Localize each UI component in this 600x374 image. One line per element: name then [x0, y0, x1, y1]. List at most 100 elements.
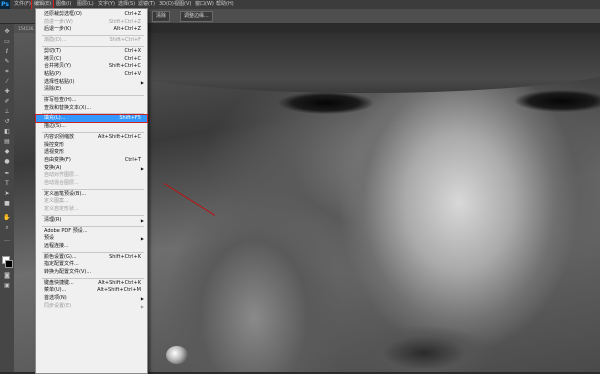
menubar-item[interactable]: 文件(F) — [12, 0, 33, 9]
gradient-tool-icon[interactable]: ▤ — [2, 138, 12, 146]
submenu-arrow-icon: ▶ — [140, 165, 144, 171]
edit-menu-item[interactable]: 同步设置(E) ▶ — [36, 303, 147, 310]
tools-panel: ✥ ▭ ℓ ✎ ⌗ ⁄ ✚ ✐ ⊥ ↺ ◧ ▤ ◆ ● ✒ T ➤ ■ ✋ ⌕ … — [0, 24, 15, 372]
edit-menu-item[interactable]: 转换为配置文件(V)... — [36, 269, 147, 276]
quick-mask-icon[interactable]: ◙ — [2, 272, 12, 280]
edit-menu-item[interactable]: 首选项(N) ▶ — [36, 295, 147, 302]
menu-item-label: Adobe PDF 预设... — [44, 227, 88, 234]
eyedropper-tool-icon[interactable]: ⁄ — [2, 78, 12, 86]
menu-item-label: 颜色设置(G)... — [44, 253, 77, 260]
menubar-item[interactable]: 视图(V) — [172, 0, 193, 9]
edit-menu-item[interactable]: 还原裁剪选框(O) Ctrl+Z — [36, 11, 147, 18]
menu-item-shortcut: Alt+Shift+Ctrl+C — [97, 133, 141, 140]
edit-menu-item[interactable]: 定义画笔预设(B)... — [36, 191, 147, 198]
background-color-swatch[interactable] — [5, 260, 13, 268]
edit-menu-item[interactable]: 拼写检查(H)... — [36, 97, 147, 104]
shape-tool-icon[interactable]: ■ — [2, 200, 12, 208]
photo-ring-region — [166, 346, 188, 364]
eraser-tool-icon[interactable]: ◧ — [2, 128, 12, 136]
menu-item-label: 粘贴(P) — [44, 70, 61, 77]
menu-item-shortcut: Shift+F5 — [119, 115, 141, 122]
type-tool-icon[interactable]: T — [2, 180, 12, 188]
edit-menu-item[interactable]: 定义自定形状... — [36, 206, 147, 213]
edit-menu-item[interactable]: 菜单(U)... Alt+Shift+Ctrl+M — [36, 287, 147, 294]
menu-item-label: 还原裁剪选框(O) — [44, 11, 82, 17]
menu-item-label: 合并拷贝(Y) — [44, 63, 71, 70]
edit-menu-item[interactable]: 自动混合图层... — [36, 180, 147, 187]
menu-item-label: 操控变形 — [44, 141, 65, 148]
menu-item-shortcut: Alt+Ctrl+Z — [113, 26, 141, 33]
dodge-tool-icon[interactable]: ● — [2, 158, 12, 166]
crop-tool-icon[interactable]: ⌗ — [2, 68, 12, 76]
menu-item-label: 填充(L)... — [44, 115, 66, 122]
edit-menu-item[interactable]: 内容识别缩放 Alt+Shift+Ctrl+C — [36, 134, 147, 141]
menu-item-shortcut: Alt+Shift+Ctrl+K — [98, 279, 141, 286]
menubar-item[interactable]: 窗口(W) — [193, 0, 216, 9]
menu-item-label: 自动对齐图层... — [44, 172, 79, 179]
path-select-tool-icon[interactable]: ➤ — [2, 190, 12, 198]
edit-menu-item[interactable]: 合并拷贝(Y) Shift+Ctrl+C — [36, 63, 147, 70]
edit-menu-item[interactable]: 颜色设置(G)... Shift+Ctrl+K — [36, 254, 147, 261]
menu-item-label: 后退一步(K) — [44, 26, 72, 33]
marquee-tool-icon[interactable]: ▭ — [2, 38, 12, 46]
menu-item-label: 定义图案... — [44, 198, 69, 205]
edit-menu-item[interactable]: 拷贝(C) Ctrl+C — [36, 56, 147, 63]
quick-select-tool-icon[interactable]: ✎ — [2, 58, 12, 66]
edit-menu-item[interactable]: 查找和替换文本(X)... — [36, 105, 147, 112]
menu-item-shortcut: Alt+Shift+Ctrl+M — [97, 287, 141, 294]
edit-menu-item[interactable]: 自由变换(F) Ctrl+T — [36, 157, 147, 164]
edit-menu-item[interactable]: 剪切(T) Ctrl+X — [36, 48, 147, 55]
edit-menu-item[interactable]: 渐隐(D)... Shift+Ctrl+F — [36, 37, 147, 44]
menu-separator — [42, 35, 144, 37]
move-tool-icon[interactable]: ✥ — [2, 28, 12, 36]
more-tools-icon[interactable]: … — [2, 236, 12, 244]
annotation-arrow — [163, 183, 216, 216]
menu-item-shortcut: Ctrl+T — [124, 156, 141, 163]
edit-menu-item[interactable]: 自动对齐图层... — [36, 172, 147, 179]
edit-menu-item[interactable]: 预设 ▶ — [36, 235, 147, 242]
zoom-tool-icon[interactable]: ⌕ — [2, 224, 12, 232]
edit-menu-item[interactable]: 指定配置文件... — [36, 261, 147, 268]
brush-tool-icon[interactable]: ✐ — [2, 98, 12, 106]
edit-menu-item[interactable]: 透视变形 — [36, 149, 147, 156]
refine-edge-button[interactable]: 调整边缘... — [180, 11, 213, 22]
submenu-arrow-icon: ▶ — [140, 236, 144, 242]
edit-menu-item[interactable]: 选择性粘贴(I) ▶ — [36, 79, 147, 86]
edit-menu-item[interactable]: 清理(R) ▶ — [36, 217, 147, 224]
menu-item-label: 清理(R) — [44, 216, 62, 223]
menu-item-label: 变换(A) — [44, 164, 62, 171]
edit-menu-item[interactable]: 后退一步(K) Alt+Ctrl+Z — [36, 26, 147, 33]
submenu-arrow-icon: ▶ — [140, 303, 144, 309]
edit-menu-item[interactable]: 填充(L)... Shift+F5 — [35, 114, 148, 124]
menu-item-label: 剪切(T) — [44, 47, 61, 54]
menu-item-label: 同步设置(E) — [44, 302, 72, 309]
menu-item-label: 预设 — [44, 235, 55, 242]
clear-button[interactable]: 清除 — [152, 11, 171, 22]
edit-menu-item[interactable]: 粘贴(P) Ctrl+V — [36, 71, 147, 78]
edit-menu-item[interactable]: 清除(E) — [36, 86, 147, 93]
edit-menu-item[interactable]: Adobe PDF 预设... — [36, 228, 147, 235]
menu-item-label: 内容识别缩放 — [44, 133, 75, 140]
photo-hat-region — [84, 33, 600, 93]
menu-item-shortcut: Ctrl+X — [124, 47, 141, 54]
menubar-item[interactable]: 帮助(H) — [214, 0, 236, 9]
screen-mode-icon[interactable]: ▣ — [2, 282, 12, 290]
edit-menu-item[interactable]: 键盘快捷键... Alt+Shift+Ctrl+K — [36, 280, 147, 287]
hand-tool-icon[interactable]: ✋ — [2, 214, 12, 222]
edit-menu-item[interactable]: 描边(S)... — [36, 123, 147, 130]
edit-menu-item[interactable]: 定义图案... — [36, 198, 147, 205]
lasso-tool-icon[interactable]: ℓ — [2, 48, 12, 56]
menu-item-shortcut: Shift+Ctrl+Z — [108, 18, 141, 25]
menu-item-label: 菜单(U)... — [44, 287, 67, 294]
history-brush-tool-icon[interactable]: ↺ — [2, 118, 12, 126]
menu-item-shortcut: Shift+Ctrl+C — [108, 63, 141, 70]
edit-menu-item[interactable]: 前进一步(W) Shift+Ctrl+Z — [36, 19, 147, 26]
edit-menu-item[interactable]: 变换(A) ▶ — [36, 165, 147, 172]
blur-tool-icon[interactable]: ◆ — [2, 148, 12, 156]
clone-stamp-tool-icon[interactable]: ⊥ — [2, 108, 12, 116]
edit-menu-item[interactable]: 远程连接... — [36, 243, 147, 250]
menu-item-shortcut: Ctrl+Z — [124, 11, 141, 17]
edit-menu-item[interactable]: 操控变形 — [36, 142, 147, 149]
pen-tool-icon[interactable]: ✒ — [2, 170, 12, 178]
healing-brush-tool-icon[interactable]: ✚ — [2, 88, 12, 96]
